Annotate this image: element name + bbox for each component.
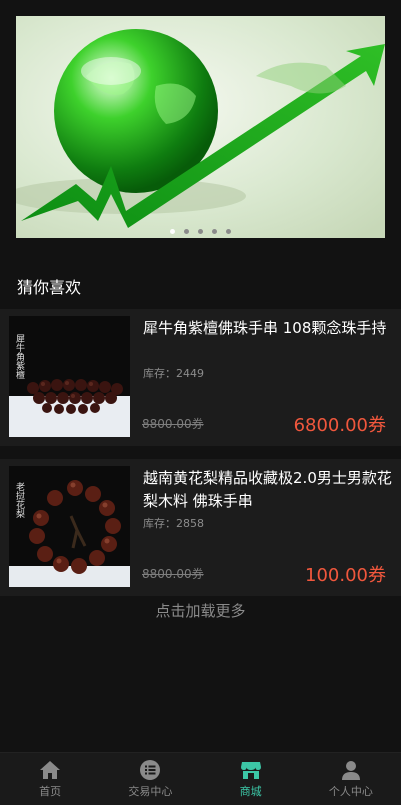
product-stock: 库存：2449 xyxy=(143,367,204,380)
banner-image xyxy=(16,16,385,238)
carousel-dot[interactable] xyxy=(184,229,189,234)
svg-text:老挝花梨: 老挝花梨 xyxy=(14,481,25,519)
product-name[interactable]: 越南黄花梨精品收藏极2.0男士男款花梨木料 佛珠手串 xyxy=(143,467,393,513)
tab-user-center[interactable]: 个人中心 xyxy=(301,753,401,805)
product-name[interactable]: 犀牛角紫檀佛珠手串 108颗念珠手持 xyxy=(143,317,393,340)
load-more-button[interactable]: 点击加载更多 xyxy=(0,600,401,621)
section-title: 猜你喜欢 xyxy=(17,278,82,297)
product-price: 100.00券 xyxy=(305,565,386,586)
product-price: 6800.00券 xyxy=(293,415,386,436)
tab-home[interactable]: 首页 xyxy=(0,753,100,805)
product-stock: 库存：2858 xyxy=(143,517,204,530)
product-image: 老挝花梨 xyxy=(9,466,130,587)
carousel-indicator xyxy=(16,229,385,234)
tab-label: 个人中心 xyxy=(328,785,373,798)
banner-carousel[interactable] xyxy=(16,16,385,238)
carousel-dot[interactable] xyxy=(198,229,203,234)
tab-trade-center[interactable]: 交易中心 xyxy=(100,753,200,805)
product-card[interactable]: 老挝花梨 越南黄花梨精品收藏极2.0男士男款花梨木料 佛珠手串 库存：2858 … xyxy=(0,459,401,596)
list-icon xyxy=(140,760,161,780)
tab-mall[interactable]: 商城 xyxy=(201,753,301,805)
home-icon xyxy=(40,761,61,779)
product-original-price: 8800.00券 xyxy=(142,417,204,431)
bottom-tab-bar: 首页 交易中心 商城 个人中心 xyxy=(0,752,401,805)
carousel-dot[interactable] xyxy=(170,229,175,234)
shop-icon xyxy=(240,762,261,779)
product-original-price: 8800.00券 xyxy=(142,567,204,581)
user-icon xyxy=(341,761,360,780)
tab-label: 商城 xyxy=(239,785,262,798)
tab-label: 首页 xyxy=(39,785,62,798)
tab-label: 交易中心 xyxy=(128,785,173,798)
svg-text:犀牛角紫檀: 犀牛角紫檀 xyxy=(14,334,25,380)
product-image: 犀牛角紫檀 xyxy=(9,316,130,437)
product-card[interactable]: 犀牛角紫檀 犀牛角紫檀佛珠手串 108颗念珠手持 库存：2449 8800.00… xyxy=(0,309,401,446)
carousel-dot[interactable] xyxy=(212,229,217,234)
load-more-label: 点击加载更多 xyxy=(155,602,246,620)
carousel-dot[interactable] xyxy=(226,229,231,234)
